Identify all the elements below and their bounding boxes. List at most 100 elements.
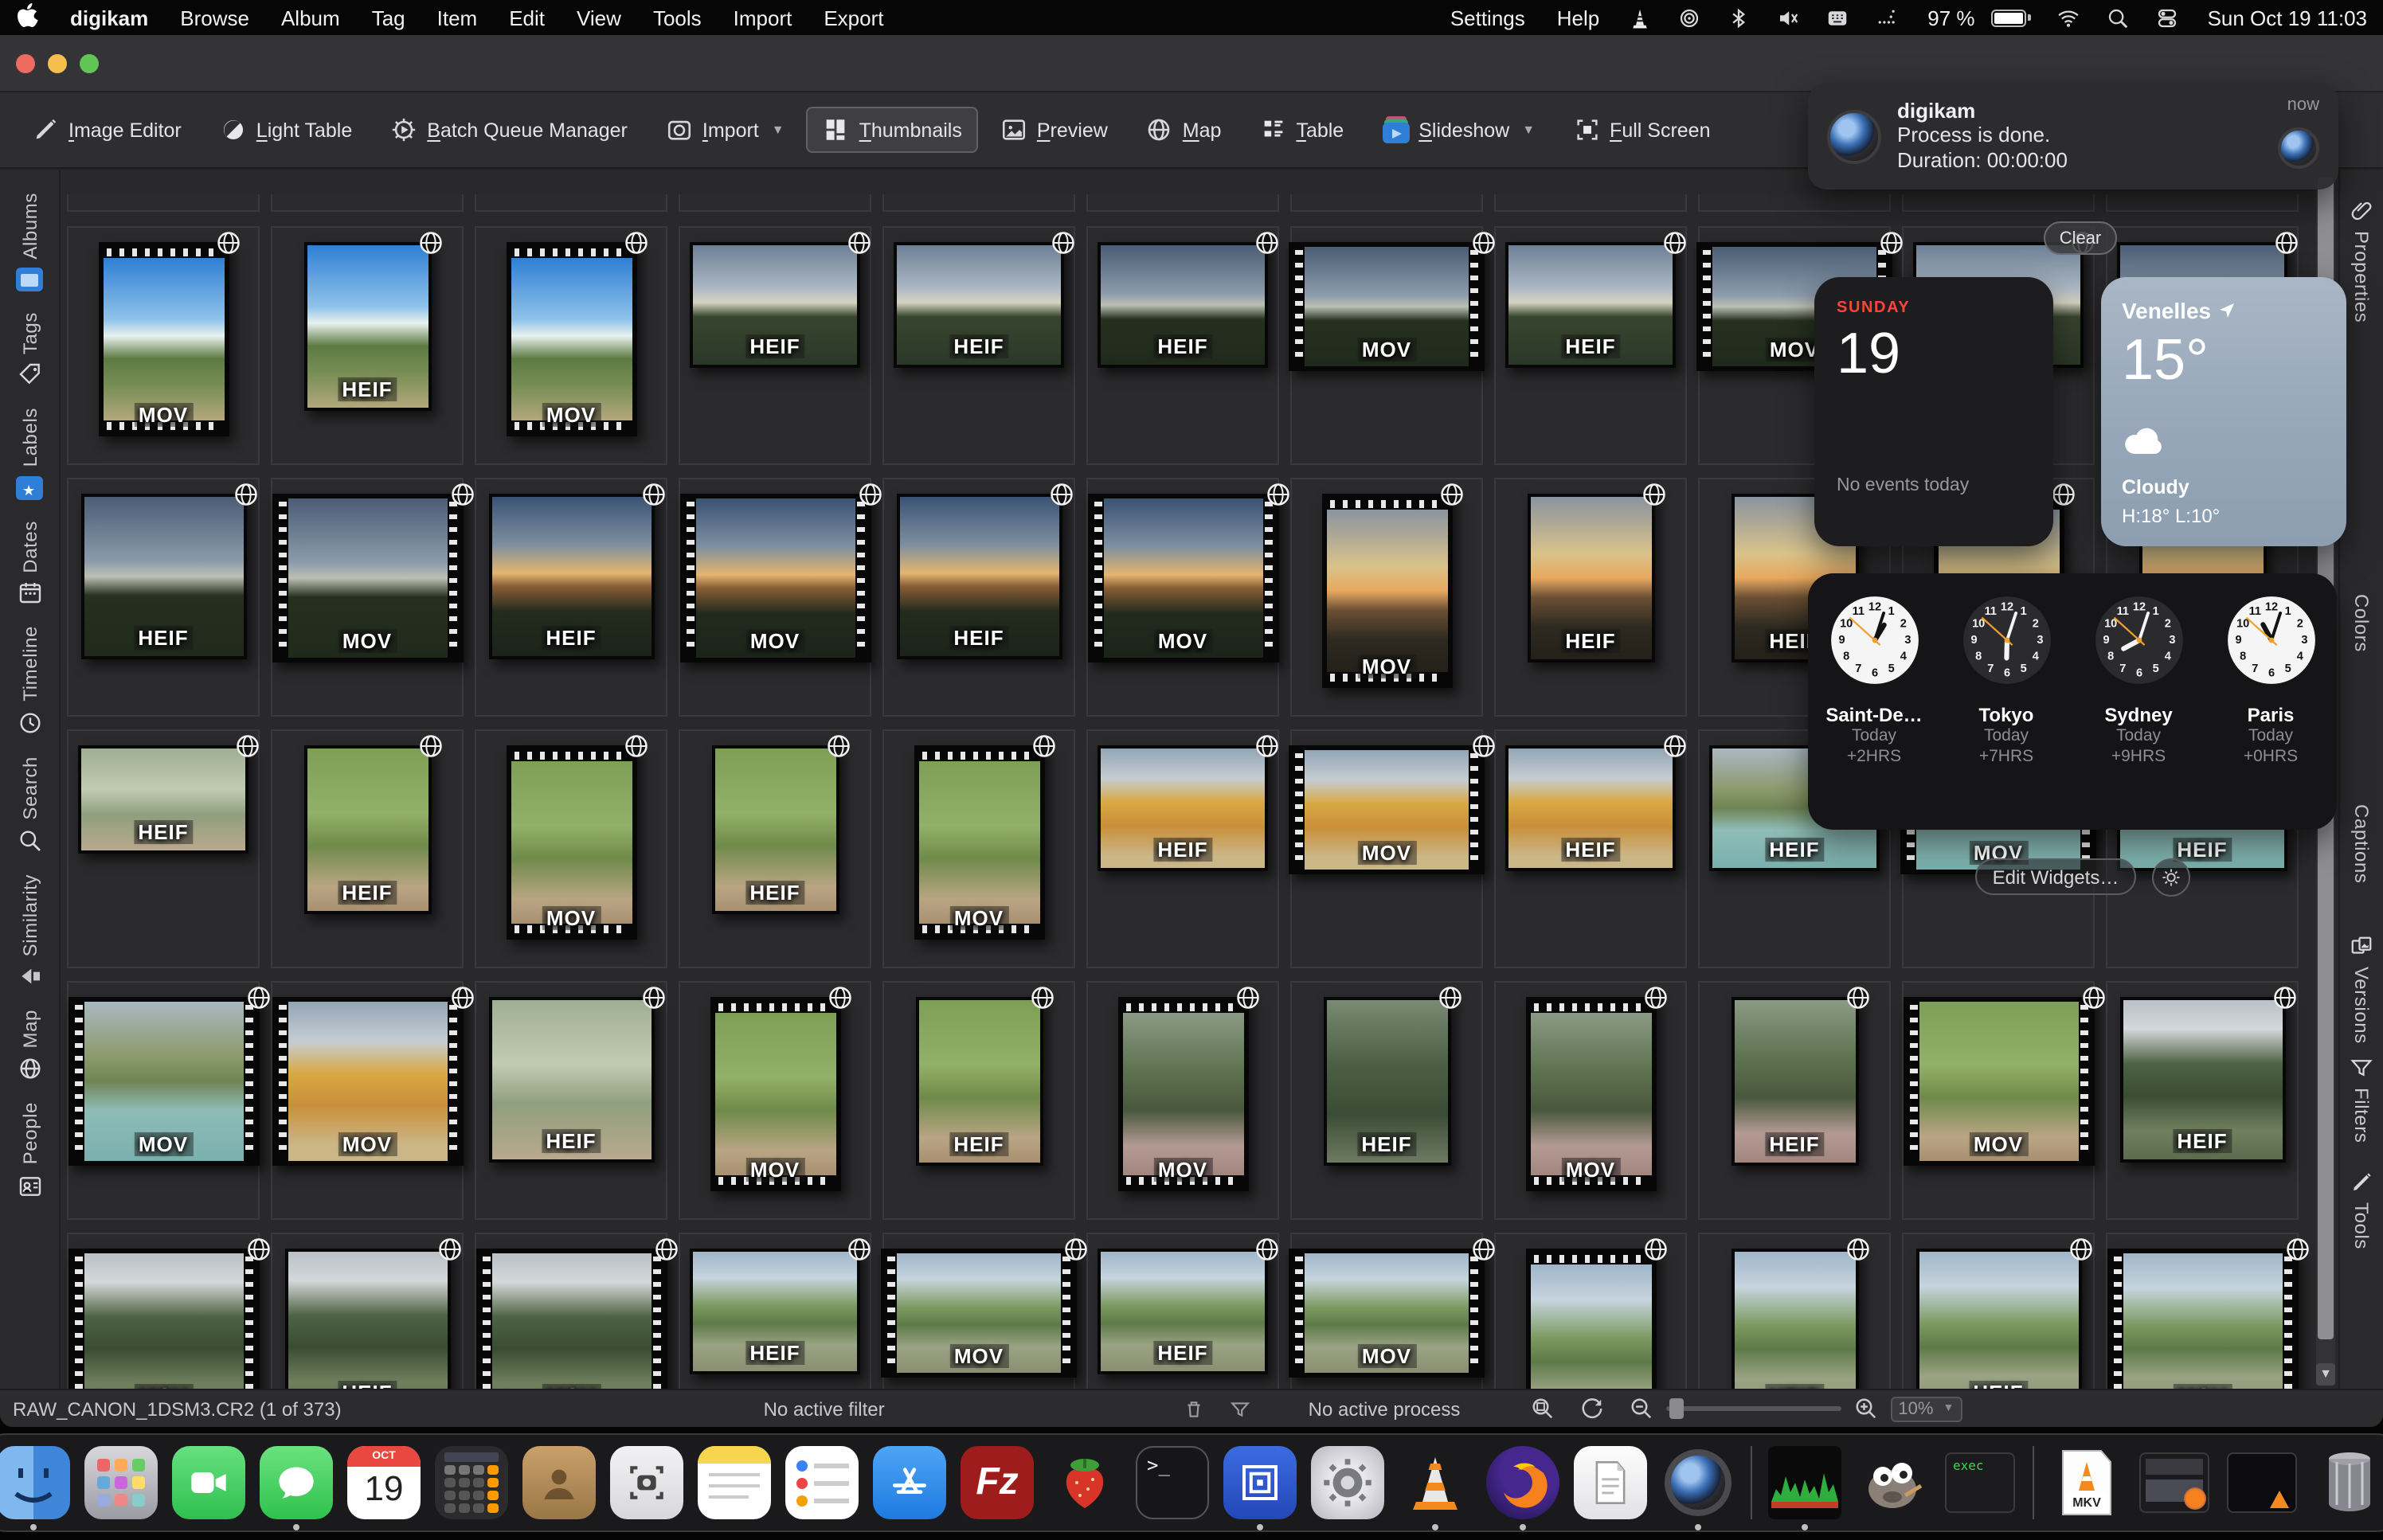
menubar-item-help[interactable]: Help [1541,6,1616,29]
dock-item-terminal[interactable]: >_ [1134,1444,1211,1521]
thumbnail-cell[interactable]: HEIF [475,478,667,717]
right-sidebar-tab-captions[interactable]: Captions [2340,804,2383,884]
thumbnail-cell[interactable]: HEIF [882,226,1075,465]
thumbnail-cell[interactable]: MOV [679,981,871,1220]
dock-item-firefoxwin[interactable] [2136,1444,2213,1521]
thumbnail-cell-partial[interactable] [271,194,464,212]
thumbnail-cell[interactable]: HEIF [271,226,464,465]
photo-thumbnail[interactable]: HEIF [1505,242,1676,368]
toolbar-button-light-table[interactable]: Light Table [204,107,369,153]
menubar-app-name[interactable]: digikam [54,6,164,29]
right-sidebar-tab-colors[interactable]: Colors [2340,594,2383,652]
thumbnail-cell[interactable]: MOV [1290,1233,1483,1389]
thumbnail-cell[interactable]: HEIF [475,981,667,1220]
spotlight-icon[interactable] [2093,6,2142,29]
video-thumbnail[interactable]: MOV [272,997,463,1166]
thumbnail-cell[interactable]: MOV [1494,981,1687,1220]
right-sidebar-tab-filters[interactable]: Filters [2340,1056,2383,1143]
sidebar-tab-people[interactable]: People [17,1103,42,1198]
mute-icon[interactable] [1763,6,1813,29]
zoom-reset-icon[interactable] [1567,1397,1616,1421]
thumbnail-cell[interactable]: HEIF [67,729,260,968]
filter-small-icon[interactable] [1218,1397,1264,1420]
zoom-slider[interactable] [1665,1406,1841,1411]
menubar-clock[interactable]: Sun Oct 19 11:03 [2192,6,2383,29]
video-thumbnail[interactable]: MOV [1289,242,1485,371]
sidebar-tab-map[interactable]: Map [17,1010,42,1082]
thumbnail-cell-partial[interactable] [1698,194,1891,212]
menubar-item-item[interactable]: Item [421,6,494,29]
photo-thumbnail[interactable]: HEIF [1731,1249,1858,1389]
toolbar-button-import[interactable]: Import▼ [650,107,800,153]
dock-item-calendar[interactable]: OCT19 [346,1444,422,1521]
minimize-window-button[interactable] [48,54,67,73]
thumbnail-cell[interactable]: MOV [1290,729,1483,968]
input-source-icon[interactable] [1813,6,1862,29]
thumbnail-cell[interactable]: HEIF [882,981,1075,1220]
video-thumbnail[interactable]: MOV [68,1249,259,1389]
thumbnail-cell-partial[interactable] [1902,194,2095,212]
sidebar-tab-albums[interactable]: Albums [16,193,43,291]
dock-item-messages[interactable] [258,1444,335,1521]
photo-thumbnail[interactable]: HEIF [1505,745,1676,871]
video-thumbnail[interactable]: MOV [679,494,871,663]
dock-item-mkvfile[interactable]: MKV [2048,1444,2125,1521]
photo-thumbnail[interactable]: HEIF [1098,745,1268,871]
video-thumbnail[interactable]: MOV [1289,745,1485,874]
video-thumbnail[interactable]: MOV [1087,494,1278,663]
thumbnail-cell-partial[interactable] [2106,194,2299,212]
zoom-fit-icon[interactable] [1517,1397,1567,1421]
menubar-item-edit[interactable]: Edit [493,6,561,29]
sidebar-tab-timeline[interactable]: Timeline [17,627,42,736]
toolbar-button-full-screen[interactable]: Full Screen [1557,107,1726,153]
dock-item-finder[interactable] [0,1444,72,1521]
video-thumbnail[interactable]: MOV [2107,1249,2298,1389]
video-thumbnail[interactable]: MOV [710,997,840,1191]
control-center-icon[interactable] [2142,6,2192,29]
toolbar-button-image-editor[interactable]: Image Editor [16,107,198,153]
dock-item-settings[interactable] [1309,1444,1386,1521]
thumbnail-cell-partial[interactable] [1290,194,1483,212]
thumbnail-cell[interactable]: HEIF [1698,981,1891,1220]
photo-thumbnail[interactable]: HEIF [1915,1249,2081,1389]
thumbnail-cell[interactable]: MOV [67,226,260,465]
photo-thumbnail[interactable]: HEIF [711,745,839,914]
widgets-settings-gear-icon[interactable] [2152,858,2190,897]
bluetooth-icon[interactable] [1714,6,1763,29]
photo-thumbnail[interactable]: HEIF [488,494,654,659]
dock-item-facetime[interactable] [170,1444,247,1521]
sidebar-tab-tags[interactable]: Tags [17,312,42,388]
photo-thumbnail[interactable]: HEIF [690,1249,860,1374]
dock-item-vlc[interactable] [1397,1444,1473,1521]
dock-item-filezilla[interactable]: Fz [959,1444,1035,1521]
menubar-item-settings[interactable]: Settings [1434,6,1541,29]
thumbnail-cell[interactable]: MOV [1902,981,2095,1220]
dock-item-bluesquares[interactable] [1222,1444,1298,1521]
scrollbar-down-arrow[interactable]: ▼ [2316,1363,2335,1386]
thumbnail-cell[interactable]: MOV [67,981,260,1220]
zoom-level-select[interactable]: 10%▼ [1890,1396,1962,1421]
thumbnail-cell[interactable]: HEIF [679,1233,871,1389]
thumbnail-cell[interactable]: MOV [271,981,464,1220]
video-thumbnail[interactable]: MOV [1525,1249,1656,1389]
dock-item-launchpad[interactable] [83,1444,159,1521]
thumbnail-cell[interactable]: HEIF [1698,1233,1891,1389]
menubar-item-view[interactable]: View [561,6,637,29]
dock-item-contacts[interactable] [521,1444,597,1521]
photo-thumbnail[interactable]: HEIF [894,242,1064,368]
thumbnail-cell[interactable]: HEIF [271,729,464,968]
dock-item-notes[interactable] [696,1444,773,1521]
menubar-item-tag[interactable]: Tag [356,6,421,29]
right-sidebar-tab-properties[interactable]: Properties [2340,199,2383,322]
video-thumbnail[interactable]: MOV [1321,494,1452,688]
dock-item-execwin[interactable]: exec [1942,1444,2018,1521]
video-thumbnail[interactable]: MOV [272,494,463,663]
photo-thumbnail[interactable]: HEIF [1098,1249,1268,1374]
photo-thumbnail[interactable]: HEIF [2119,997,2285,1163]
photo-thumbnail[interactable]: HEIF [1098,242,1268,368]
weather-widget[interactable]: Venelles 15° Cloudy H:18° L:10° [2101,277,2346,546]
photo-thumbnail[interactable]: HEIF [690,242,860,368]
menubar-item-tools[interactable]: Tools [637,6,718,29]
dock-item-document[interactable] [1572,1444,1649,1521]
calendar-widget[interactable]: SUNDAY 19 No events today [1814,277,2053,546]
